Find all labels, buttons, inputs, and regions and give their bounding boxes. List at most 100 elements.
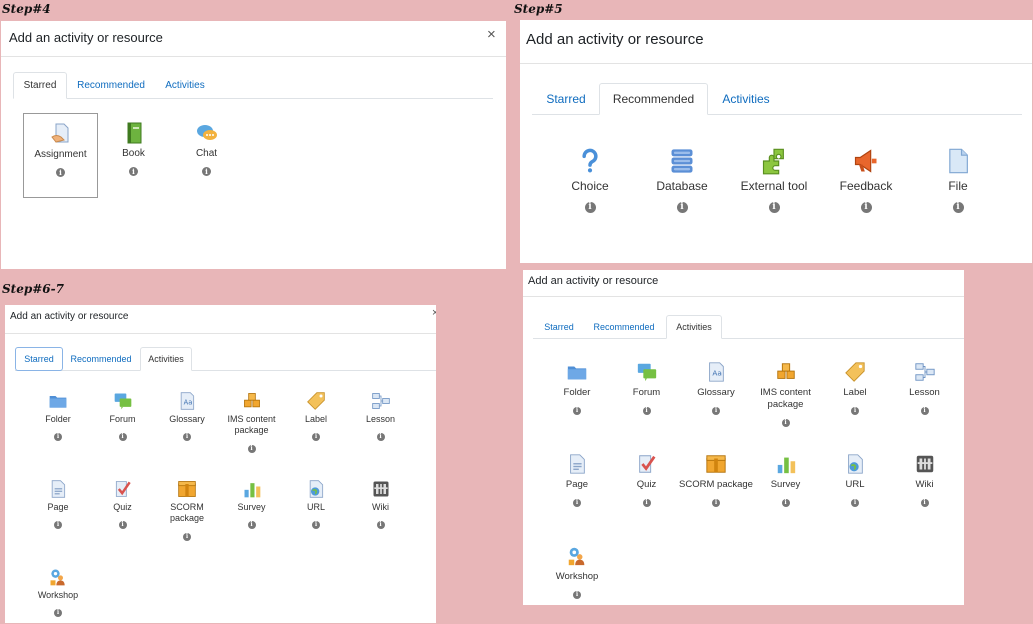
- tab-starred[interactable]: Starred: [538, 83, 594, 115]
- external-tool-icon: [734, 147, 814, 175]
- info-icon[interactable]: i: [183, 433, 191, 442]
- info-icon[interactable]: i: [312, 521, 320, 530]
- workshop-icon: [543, 545, 611, 567]
- activity-tile-choice[interactable]: Choice i: [550, 145, 630, 225]
- activity-tile-chat[interactable]: Chat i: [169, 113, 244, 198]
- info-icon[interactable]: i: [642, 498, 651, 507]
- dialog-step-5: Add an activity or resource Starred Reco…: [520, 20, 1032, 263]
- activity-tile-file[interactable]: File i: [918, 145, 998, 225]
- activity-tile-feedback[interactable]: Feedback i: [826, 145, 906, 225]
- activity-tile-lesson[interactable]: Lesson i: [352, 387, 410, 472]
- info-icon[interactable]: i: [54, 433, 62, 442]
- activity-tile-assignment[interactable]: Assignment i: [23, 113, 98, 198]
- file-icon: [918, 147, 998, 175]
- activity-tile-folder[interactable]: Folder i: [543, 359, 611, 447]
- tab-recommended[interactable]: Recommended: [67, 347, 135, 371]
- info-icon[interactable]: i: [712, 498, 720, 507]
- activity-tile-folder[interactable]: Folder i: [29, 387, 87, 472]
- activity-tile-label[interactable]: Label i: [821, 359, 889, 447]
- info-icon[interactable]: i: [781, 418, 790, 427]
- info-icon[interactable]: i: [642, 406, 651, 415]
- tab-recommended[interactable]: Recommended: [71, 72, 151, 99]
- label-icon: [821, 361, 889, 383]
- tab-activities[interactable]: Activities: [712, 83, 780, 115]
- info-icon[interactable]: i: [712, 406, 720, 415]
- info-icon[interactable]: i: [54, 609, 62, 618]
- activity-tile-book[interactable]: Book i: [96, 113, 171, 198]
- info-icon[interactable]: i: [851, 406, 859, 415]
- tab-starred[interactable]: Starred: [13, 72, 67, 99]
- activity-tile-quiz[interactable]: Quiz i: [613, 451, 681, 539]
- url-icon: [821, 453, 889, 475]
- activity-tile-survey[interactable]: Survey i: [223, 475, 281, 560]
- tab-recommended[interactable]: Recommended: [599, 83, 708, 115]
- info-icon[interactable]: i: [584, 202, 596, 213]
- activity-label: Label: [843, 387, 867, 398]
- info-icon[interactable]: i: [952, 202, 964, 213]
- activity-tile-glossary[interactable]: Aa Glossary i: [158, 387, 216, 472]
- tab-activities[interactable]: Activities: [157, 72, 213, 99]
- activity-tile-page[interactable]: Page i: [29, 475, 87, 560]
- activity-tile-url[interactable]: URL i: [287, 475, 345, 560]
- activity-label: Survey: [770, 479, 801, 490]
- info-icon[interactable]: i: [920, 406, 929, 415]
- info-icon[interactable]: i: [312, 433, 320, 442]
- activity-tile-wiki[interactable]: Wiki i: [352, 475, 410, 560]
- tab-starred[interactable]: Starred: [15, 347, 63, 371]
- tab-recommended[interactable]: Recommended: [589, 315, 659, 339]
- activity-tile-quiz[interactable]: Quiz i: [94, 475, 152, 560]
- header-divider: [520, 63, 1032, 64]
- info-icon[interactable]: i: [54, 521, 62, 530]
- activity-tile-workshop[interactable]: Workshop i: [29, 563, 87, 623]
- info-icon[interactable]: i: [781, 498, 790, 507]
- tab-activities[interactable]: Activities: [666, 315, 722, 339]
- activity-tile-survey[interactable]: Survey i: [752, 451, 820, 539]
- activity-tile-label[interactable]: Label i: [287, 387, 345, 472]
- info-icon[interactable]: i: [860, 202, 872, 213]
- activity-tile-forum[interactable]: Forum i: [94, 387, 152, 472]
- info-icon[interactable]: i: [376, 521, 385, 530]
- info-icon[interactable]: i: [768, 202, 780, 213]
- tab-starred[interactable]: Starred: [537, 315, 581, 339]
- close-icon[interactable]: ×: [487, 26, 496, 43]
- info-icon[interactable]: i: [202, 166, 211, 176]
- activity-tile-lesson[interactable]: Lesson i: [891, 359, 959, 447]
- activity-tile-url[interactable]: URL i: [821, 451, 889, 539]
- info-icon[interactable]: i: [676, 202, 688, 213]
- activity-tile-scorm-package[interactable]: SCORM package i: [679, 451, 753, 539]
- activity-label: External tool: [740, 179, 808, 193]
- activity-tile-wiki[interactable]: Wiki i: [891, 451, 959, 539]
- info-icon[interactable]: i: [573, 590, 581, 599]
- info-icon[interactable]: i: [118, 433, 127, 442]
- activity-tile-ims-content-package[interactable]: IMS content package i: [752, 359, 820, 447]
- tab-activities[interactable]: Activities: [140, 347, 192, 371]
- quiz-icon: [613, 453, 681, 475]
- activity-tile-ims-content-package[interactable]: IMS content package i: [223, 387, 281, 472]
- activity-tile-page[interactable]: Page i: [543, 451, 611, 539]
- dialog-step-6-7: Add an activity or resource × Starred Re…: [5, 305, 436, 623]
- activity-tile-database[interactable]: Database i: [642, 145, 722, 225]
- info-icon[interactable]: i: [118, 521, 127, 530]
- info-icon[interactable]: i: [920, 498, 929, 507]
- info-icon[interactable]: i: [376, 433, 385, 442]
- activity-tile-workshop[interactable]: Workshop i: [543, 543, 611, 605]
- info-icon[interactable]: i: [247, 521, 256, 530]
- info-icon[interactable]: i: [851, 498, 859, 507]
- info-icon[interactable]: i: [183, 532, 191, 541]
- info-icon[interactable]: i: [247, 444, 256, 453]
- activity-tile-glossary[interactable]: Aa Glossary i: [682, 359, 750, 447]
- activity-label: Workshop: [555, 571, 599, 582]
- dialog-step-4: Add an activity or resource × Starred Re…: [1, 21, 506, 269]
- close-icon[interactable]: ×: [432, 307, 436, 319]
- activity-tile-external-tool[interactable]: External tool i: [734, 145, 814, 225]
- info-icon[interactable]: i: [56, 167, 65, 177]
- activity-label: Page: [565, 479, 589, 490]
- activity-tile-forum[interactable]: Forum i: [613, 359, 681, 447]
- info-icon[interactable]: i: [129, 166, 138, 176]
- info-icon[interactable]: i: [573, 498, 581, 507]
- activity-label: Wiki: [915, 479, 934, 490]
- info-icon[interactable]: i: [573, 406, 581, 415]
- activity-label: Lesson: [365, 414, 396, 424]
- url-icon: [287, 479, 345, 499]
- activity-tile-scorm-package[interactable]: SCORM package i: [158, 475, 216, 560]
